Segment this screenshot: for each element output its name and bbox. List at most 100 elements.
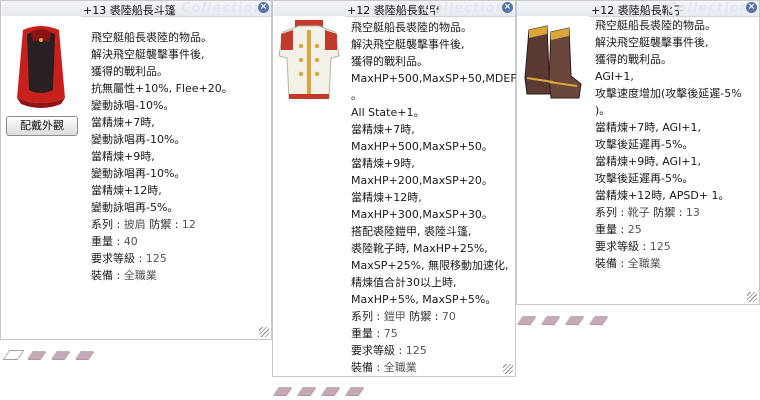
- item-title: +13 裘陸船長斗篷: [83, 4, 176, 17]
- close-icon[interactable]: ×: [746, 2, 757, 13]
- def-value: 70: [441, 310, 456, 323]
- level-label: 要求等級 :: [91, 252, 143, 265]
- type-value: 鎧甲: [383, 310, 406, 323]
- stat-weight-row: 重量 : 75: [351, 325, 540, 342]
- card-slot-icon[interactable]: [345, 387, 364, 395]
- item-window-cape: +13 裘陸船長斗篷 Collections × 配戴外觀 飛空艇船長裘陸的物品…: [0, 0, 272, 340]
- watermark: Collections: [667, 1, 759, 16]
- description-line: 飛空艇船長裘陸的物品。: [351, 21, 472, 34]
- card-slot-icon[interactable]: [321, 387, 340, 395]
- description-line: 飛空艇船長裘陸的物品。: [595, 19, 716, 32]
- item-window-boots: +12 裘陸船長靴子 Collections × 飛空艇船長裘陸的物品。 解決飛…: [516, 0, 760, 305]
- type-value: 披肩: [123, 218, 146, 231]
- level-label: 要求等級 :: [351, 344, 403, 357]
- description-line: All State+1。: [351, 106, 425, 119]
- title-bar[interactable]: +12 裘陸船長靴子 Collections ×: [517, 1, 759, 17]
- description-line: 當精煉+9時,: [351, 157, 415, 170]
- description-line: 獲得的戰利品。: [595, 53, 672, 66]
- card-slot-icon[interactable]: [75, 351, 94, 359]
- card-slot-icon[interactable]: [565, 316, 584, 324]
- view-appearance-button[interactable]: 配戴外觀: [6, 116, 78, 136]
- description-line: 。: [351, 89, 362, 102]
- item-description: 飛空艇船長裘陸的物品。 解決飛空艇襲擊事件後, 獲得的戰利品。 抗無屬性+10%…: [91, 29, 233, 284]
- card-slot-icon[interactable]: [297, 387, 316, 395]
- stat-weight-row: 重量 : 25: [595, 221, 742, 238]
- weight-value: 25: [627, 223, 642, 236]
- type-label: 系列 :: [91, 218, 121, 231]
- description-line: MaxHP+500,MaxSP+50。: [351, 140, 493, 153]
- item-illustration: [517, 16, 589, 111]
- resize-grip-icon[interactable]: [259, 327, 269, 337]
- description-line: 攻擊後延遲再-5%。: [595, 138, 694, 151]
- weight-label: 重量 :: [595, 223, 625, 236]
- description-line: MaxHP+5%, MaxSP+5%。: [351, 293, 497, 306]
- def-value: 13: [685, 206, 700, 219]
- stat-weight-row: 重量 : 40: [91, 233, 233, 250]
- armor-icon: [278, 20, 340, 99]
- weight-value: 40: [123, 235, 138, 248]
- equip-label: 裝備 :: [595, 257, 625, 270]
- type-value: 靴子: [627, 206, 650, 219]
- description-line: 變動詠唱再-10%。: [91, 167, 186, 180]
- description-line: 當精煉+9時, AGI+1,: [595, 155, 702, 168]
- type-label: 系列 :: [351, 310, 381, 323]
- item-description: 飛空艇船長裘陸的物品。 解決飛空艇襲擊事件後, 獲得的戰利品。 AGI+1, 攻…: [595, 17, 742, 272]
- stat-level-row: 要求等級 : 125: [91, 250, 233, 267]
- description-line: MaxHP+500,MaxSP+50,MDEF+10: [351, 72, 540, 85]
- description-line: 抗無屬性+10%, Flee+20。: [91, 82, 233, 95]
- card-slot-icon[interactable]: [51, 351, 70, 359]
- resize-grip-icon[interactable]: [747, 292, 757, 302]
- weight-label: 重量 :: [91, 235, 121, 248]
- description-line: MaxHP+200,MaxSP+20。: [351, 174, 493, 187]
- stat-type-row: 系列 : 靴子 防禦 : 13: [595, 204, 742, 221]
- def-value: 12: [181, 218, 196, 231]
- item-illustration: [1, 16, 81, 111]
- description-line: 當精煉+7時, AGI+1,: [595, 121, 702, 134]
- stat-level-row: 要求等級 : 125: [595, 238, 742, 255]
- description-line: AGI+1,: [595, 70, 634, 83]
- card-slot-icon[interactable]: [2, 350, 25, 360]
- def-label: 防禦 :: [653, 206, 683, 219]
- equip-value: 全職業: [123, 269, 157, 282]
- stat-equip-row: 裝備 : 全職業: [595, 255, 742, 272]
- description-line: 當精煉+7時,: [351, 123, 415, 136]
- card-slot-icon[interactable]: [27, 351, 46, 359]
- item-description: 飛空艇船長裘陸的物品。 解決飛空艇襲擊事件後, 獲得的戰利品。 MaxHP+50…: [351, 19, 540, 376]
- item-illustration: [273, 16, 345, 111]
- stat-type-row: 系列 : 披肩 防禦 : 12: [91, 216, 233, 233]
- equip-value: 全職業: [627, 257, 661, 270]
- watermark: Collections: [423, 1, 515, 16]
- close-icon[interactable]: ×: [258, 2, 269, 13]
- description-line: 精煉值合計30以上時,: [351, 276, 457, 289]
- description-line: 變動詠唱-10%。: [91, 99, 175, 112]
- description-line: 裘陸靴子時, MaxHP+25%,: [351, 242, 488, 255]
- equip-label: 裝備 :: [91, 269, 121, 282]
- stat-type-row: 系列 : 鎧甲 防禦 : 70: [351, 308, 540, 325]
- card-slot-icon[interactable]: [273, 387, 292, 395]
- stat-level-row: 要求等級 : 125: [351, 342, 540, 359]
- level-value: 125: [649, 240, 671, 253]
- card-slot-icon[interactable]: [541, 316, 560, 324]
- cape-icon: [17, 26, 65, 108]
- description-line: 解決飛空艇襲擊事件後,: [595, 36, 709, 49]
- description-line: 獲得的戰利品。: [351, 55, 428, 68]
- description-line: 變動詠唱再-10%。: [91, 133, 186, 146]
- equip-value: 全職業: [383, 361, 417, 374]
- description-line: 當精煉+7時,: [91, 116, 155, 129]
- description-line: 當精煉+12時,: [91, 184, 162, 197]
- title-bar[interactable]: +13 裘陸船長斗篷 Collections ×: [1, 1, 271, 17]
- close-icon[interactable]: ×: [502, 2, 513, 13]
- title-bar[interactable]: +12 裘陸船長鎧甲 Collections ×: [273, 1, 515, 17]
- stat-equip-row: 裝備 : 全職業: [91, 267, 233, 284]
- weight-value: 75: [383, 327, 398, 340]
- description-line: 攻擊速度增加(攻擊後延遲-5%: [595, 87, 742, 100]
- card-slot-icon[interactable]: [589, 316, 608, 324]
- resize-grip-icon[interactable]: [503, 364, 513, 374]
- description-line: MaxHP+300,MaxSP+30。: [351, 208, 493, 221]
- level-value: 125: [145, 252, 167, 265]
- type-label: 系列 :: [595, 206, 625, 219]
- description-line: 解決飛空艇襲擊事件後,: [91, 48, 205, 61]
- description-line: 變動詠唱再-5%。: [91, 201, 179, 214]
- description-line: 飛空艇船長裘陸的物品。: [91, 31, 212, 44]
- level-label: 要求等級 :: [595, 240, 647, 253]
